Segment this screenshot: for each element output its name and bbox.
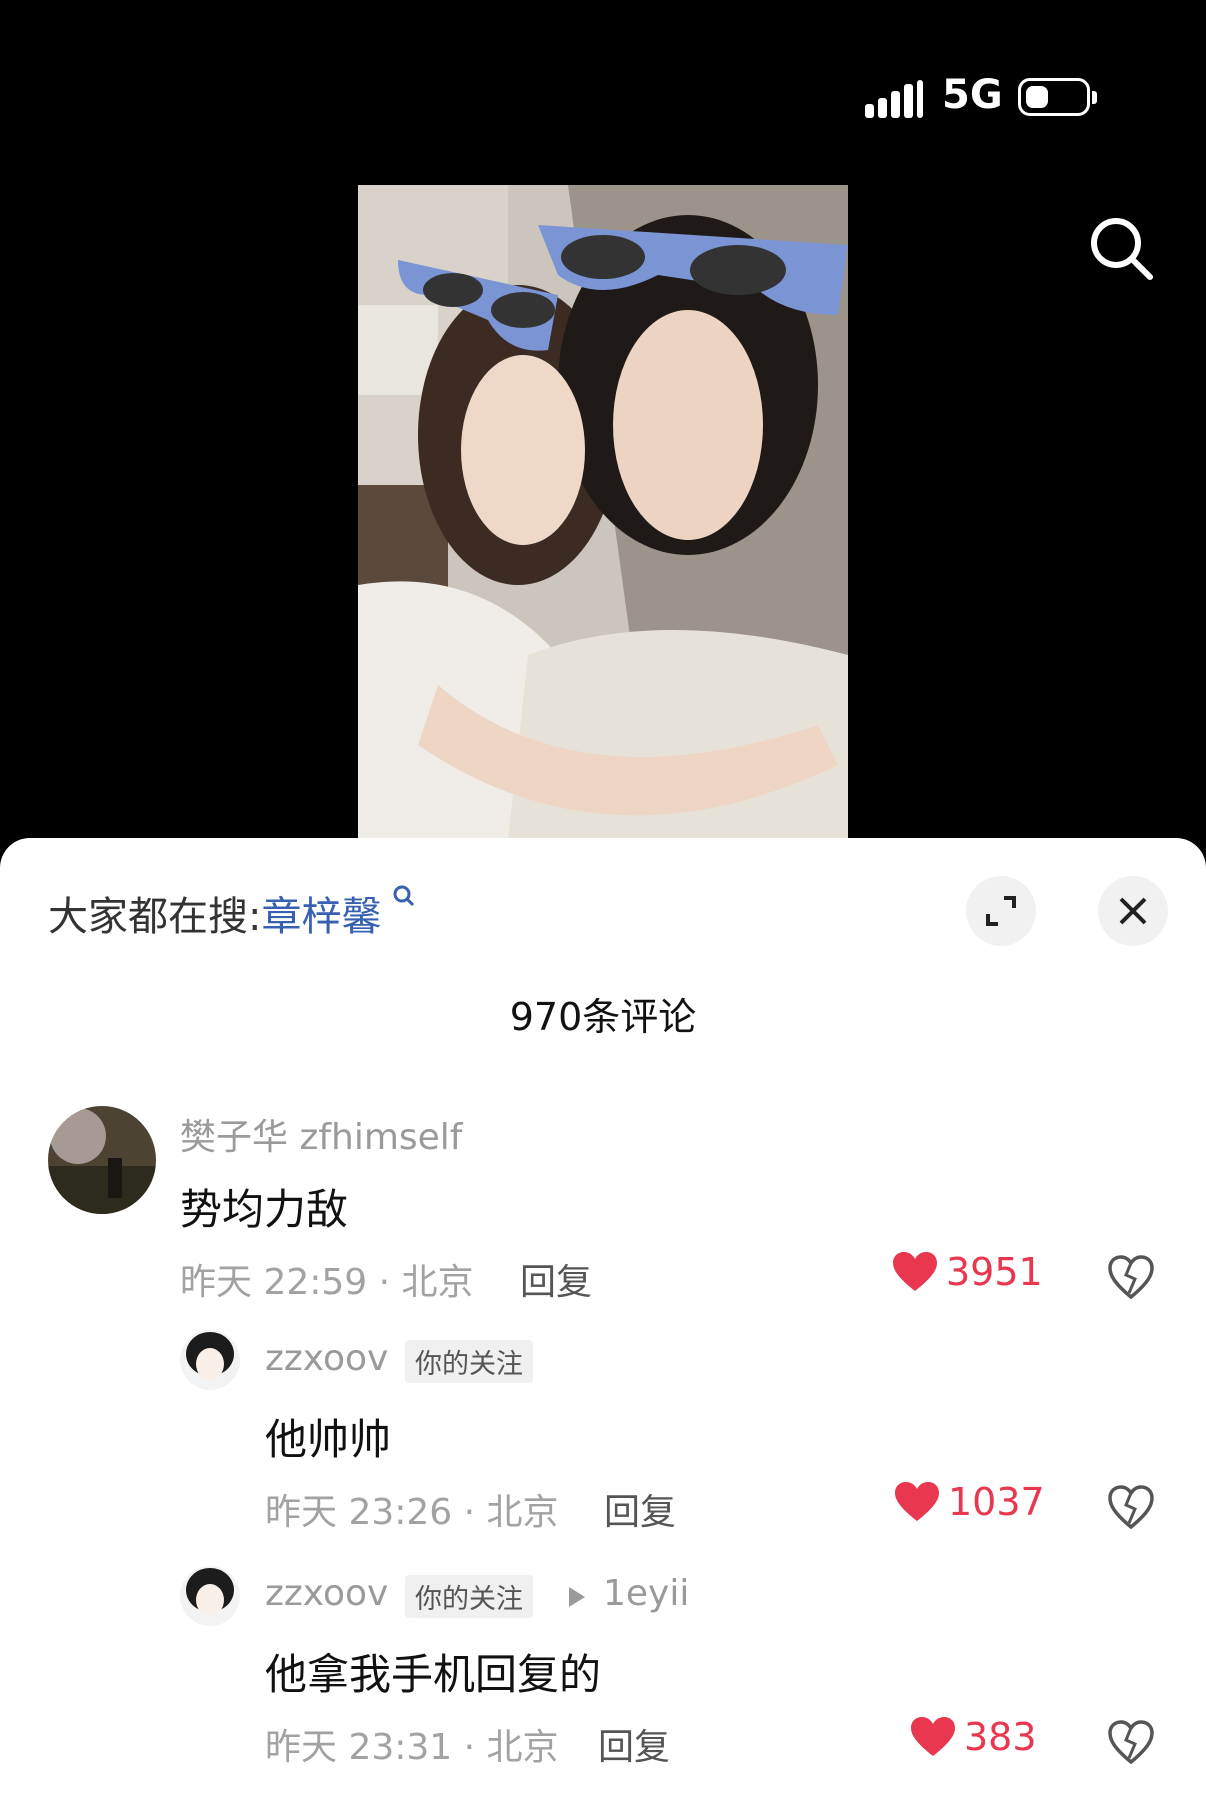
reply-button[interactable]: 回复 — [604, 1483, 676, 1535]
heart-icon — [911, 1717, 955, 1756]
video-photo[interactable] — [358, 185, 848, 840]
reply-to-username[interactable]: 1eyii — [603, 1573, 689, 1614]
comment-count: 970条评论 — [509, 995, 697, 1039]
heart-icon — [895, 1482, 939, 1521]
comment-username[interactable]: 樊子华 zfhimself — [180, 1108, 462, 1160]
comment-meta: 昨天 22:59 · 北京 — [180, 1262, 474, 1303]
reply-arrow-icon — [569, 1587, 585, 1607]
comment-text: 势均力敌 — [180, 1185, 349, 1234]
status-bar: 5G — [0, 0, 1206, 150]
avatar[interactable] — [48, 1106, 156, 1214]
comment-meta: 昨天 23:31 · 北京 — [265, 1727, 559, 1768]
battery-icon — [1018, 78, 1097, 116]
couple-photo-illustration — [358, 185, 848, 840]
following-tag: 你的关注 — [405, 1340, 533, 1383]
like-button[interactable]: 1037 — [894, 1480, 1045, 1524]
like-count: 383 — [964, 1715, 1037, 1759]
expand-button[interactable] — [966, 876, 1036, 946]
comment-username[interactable]: zzxoov — [265, 1573, 388, 1614]
expand-icon — [986, 896, 1016, 926]
like-count: 3951 — [946, 1250, 1043, 1294]
avatar[interactable] — [180, 1330, 240, 1390]
dislike-icon[interactable] — [1107, 1483, 1155, 1531]
reply-button[interactable]: 回复 — [520, 1253, 592, 1305]
close-icon — [1119, 897, 1147, 925]
like-button[interactable]: 3951 — [892, 1250, 1043, 1294]
comment-sheet: 大家都在搜:章梓馨 970条评论 樊子华 zfhimself 势均力敌 昨天 2… — [0, 838, 1206, 1798]
network-label: 5G — [942, 72, 1003, 118]
like-button[interactable]: 383 — [910, 1715, 1037, 1759]
hot-search-keyword[interactable]: 章梓馨 — [261, 894, 381, 940]
search-icon[interactable] — [1088, 215, 1156, 283]
following-tag: 你的关注 — [405, 1575, 533, 1618]
heart-icon — [893, 1252, 937, 1291]
hot-search-prefix: 大家都在搜: — [48, 894, 262, 940]
close-button[interactable] — [1098, 876, 1168, 946]
comment-text: 他帅帅 — [265, 1415, 392, 1464]
signal-icon — [865, 80, 923, 118]
dislike-icon[interactable] — [1107, 1253, 1155, 1301]
comment-username[interactable]: zzxoov — [265, 1338, 388, 1379]
avatar[interactable] — [180, 1566, 240, 1626]
like-count: 1037 — [948, 1480, 1045, 1524]
reply-button[interactable]: 回复 — [598, 1718, 670, 1770]
search-small-icon — [385, 885, 416, 914]
hot-search-bar[interactable]: 大家都在搜:章梓馨 — [48, 884, 416, 942]
dislike-icon[interactable] — [1107, 1718, 1155, 1766]
comment-meta: 昨天 23:26 · 北京 — [265, 1492, 559, 1533]
comment-text: 他拿我手机回复的 — [265, 1650, 602, 1699]
